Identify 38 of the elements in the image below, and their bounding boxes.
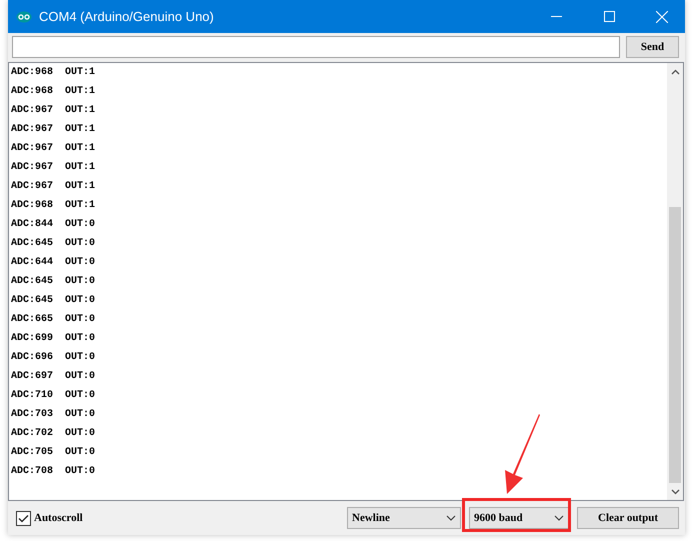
output-line: ADC:699 OUT:0: [11, 332, 96, 346]
output-line: ADC:710 OUT:0: [11, 389, 96, 403]
output-line: ADC:968 OUT:1: [11, 66, 96, 80]
window-title: COM4 (Arduino/Genuino Uno): [39, 9, 215, 24]
output-line: ADC:645 OUT:0: [11, 237, 96, 251]
output-line: ADC:665 OUT:0: [11, 313, 96, 327]
output-line: ADC:702 OUT:0: [11, 427, 96, 441]
baud-rate-dropdown[interactable]: 9600 baud: [469, 507, 569, 529]
output-line: ADC:967 OUT:1: [11, 142, 96, 156]
infinity-logo-icon: [16, 10, 32, 22]
close-icon: [656, 10, 668, 22]
chevron-down-icon: [446, 515, 456, 521]
output-line: ADC:967 OUT:1: [11, 123, 96, 137]
output-line: ADC:967 OUT:1: [11, 104, 96, 118]
maximize-icon: [604, 11, 614, 22]
output-line: ADC:844 OUT:0: [11, 218, 96, 232]
output-line: ADC:645 OUT:0: [11, 275, 96, 289]
scroll-up-icon[interactable]: [670, 68, 680, 74]
chevron-down-icon: [554, 515, 564, 521]
message-input-field[interactable]: [12, 36, 620, 58]
output-line: ADC:696 OUT:0: [11, 351, 96, 365]
output-line: ADC:708 OUT:0: [11, 465, 96, 479]
scroll-down-icon[interactable]: [670, 488, 680, 494]
autoscroll-checkbox[interactable]: [16, 510, 31, 526]
scrollbar[interactable]: [667, 63, 683, 500]
output-line: ADC:697 OUT:0: [11, 370, 96, 384]
output-line: ADC:645 OUT:0: [11, 294, 96, 308]
autoscroll-label: Autoscroll: [34, 512, 83, 524]
send-button[interactable]: Send: [626, 36, 679, 58]
line-ending-dropdown[interactable]: Newline: [347, 507, 461, 529]
output-line: ADC:967 OUT:1: [11, 180, 96, 194]
output-line: ADC:967 OUT:1: [11, 161, 96, 175]
clear-output-button[interactable]: Clear output: [577, 507, 679, 529]
output-line: ADC:703 OUT:0: [11, 408, 96, 422]
output-line: ADC:705 OUT:0: [11, 446, 96, 460]
output-line: ADC:968 OUT:1: [11, 85, 96, 99]
output-line: ADC:644 OUT:0: [11, 256, 96, 270]
output-line: ADC:968 OUT:1: [11, 199, 96, 213]
